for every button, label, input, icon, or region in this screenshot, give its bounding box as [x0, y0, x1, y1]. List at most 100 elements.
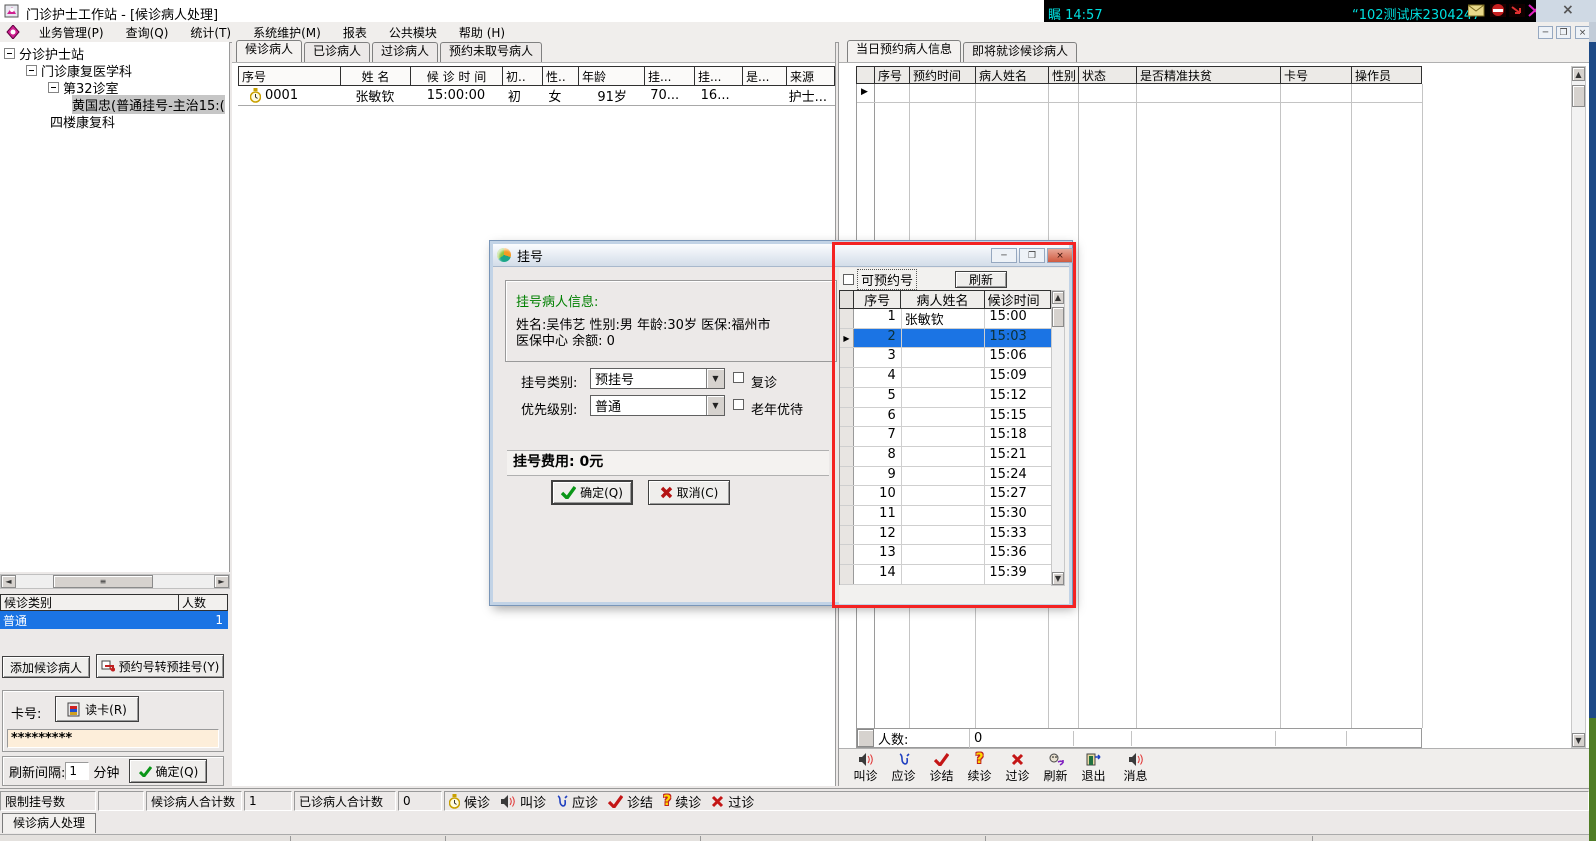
- dialog-ok-button[interactable]: 确定(Q): [551, 480, 633, 505]
- menu-item-help[interactable]: 帮助 (H): [448, 24, 516, 41]
- slot-row[interactable]: 12 15:33: [840, 525, 1051, 546]
- slot-row[interactable]: 1 张敏钦 15:00: [840, 309, 1051, 329]
- refresh-interval-input[interactable]: 1: [65, 762, 90, 780]
- continue-visit-button[interactable]: ? 续诊: [961, 750, 998, 786]
- col-wait-time[interactable]: 候 诊 时 间: [411, 67, 503, 85]
- dialog-cancel-button[interactable]: 取消(C): [648, 480, 730, 505]
- col-res-time[interactable]: 预约时间: [910, 67, 976, 83]
- menu-item-report[interactable]: 报表: [332, 24, 378, 41]
- dialog-close-button[interactable]: ×: [1047, 248, 1073, 263]
- col-source[interactable]: 来源: [787, 67, 834, 85]
- scroll-up-arrow[interactable]: ▲: [1572, 67, 1585, 81]
- dialog-restore-button[interactable]: ❐: [1019, 248, 1045, 263]
- mail-icon[interactable]: [1468, 4, 1485, 17]
- window-close-icon[interactable]: ×: [1562, 2, 1574, 18]
- call-patient-button[interactable]: 叫诊: [847, 750, 884, 786]
- refresh-button[interactable]: 刷新: [1037, 750, 1074, 786]
- scroll-up-arrow[interactable]: ▲: [1052, 291, 1064, 304]
- slots-col-time[interactable]: 候诊时间: [985, 291, 1050, 308]
- col-res-no[interactable]: 序号: [875, 67, 910, 83]
- read-card-button[interactable]: 读卡(R): [55, 696, 139, 722]
- dialog-minimize-button[interactable]: ─: [991, 248, 1017, 263]
- col-reg1[interactable]: 挂...: [645, 67, 695, 85]
- tree-item-dept[interactable]: 门诊康复医学科: [0, 62, 229, 80]
- dialog-title-bar[interactable]: 挂号 ─ ❐ ×: [493, 244, 1073, 267]
- patient-row[interactable]: 0001 张敏钦 15:00:00 初 女 91岁 70... 16... 护士…: [238, 86, 835, 106]
- exit-button[interactable]: 退出: [1075, 750, 1112, 786]
- mdi-minimize-button[interactable]: ─: [1538, 26, 1553, 39]
- col-res-name[interactable]: 病人姓名: [976, 67, 1049, 83]
- col-res-operator[interactable]: 操作员: [1352, 67, 1421, 83]
- tab-upcoming-waiting[interactable]: 即将就诊候诊病人: [963, 42, 1078, 62]
- tree-item-root[interactable]: 分诊护士站: [0, 45, 229, 63]
- pass-visit-button[interactable]: 过诊: [999, 750, 1036, 786]
- reg-type-combobox[interactable]: 预挂号 ▼: [590, 368, 725, 389]
- left-confirm-button[interactable]: 确定(Q): [129, 759, 208, 783]
- menu-item-public[interactable]: 公共模块: [378, 24, 448, 41]
- slot-row[interactable]: 6 15:15: [840, 407, 1051, 428]
- tree-hscrollbar[interactable]: ◄ ≡ ►: [0, 574, 230, 589]
- tab-passed-patients[interactable]: 过诊病人: [372, 42, 439, 62]
- col-reg2[interactable]: 挂...: [695, 67, 743, 85]
- slot-row[interactable]: 7 15:18: [840, 427, 1051, 447]
- slot-row[interactable]: 5 15:12: [840, 387, 1051, 408]
- col-no[interactable]: 序号: [239, 67, 341, 85]
- tree-item-label[interactable]: 四楼康复科: [50, 112, 115, 131]
- reservation-vscrollbar[interactable]: ▲ ▼: [1571, 66, 1586, 748]
- tab-reserved-noticket[interactable]: 预约未取号病人: [440, 42, 543, 62]
- tree-item-room[interactable]: 第32诊室: [0, 79, 229, 97]
- menu-item-query[interactable]: 查询(Q): [115, 24, 180, 41]
- priority-combobox[interactable]: 普通 ▼: [590, 395, 725, 416]
- elderly-checkbox[interactable]: [733, 399, 744, 410]
- slot-row[interactable]: 4 15:09: [840, 368, 1051, 388]
- reservable-checkbox[interactable]: [843, 273, 854, 285]
- menu-item-stats[interactable]: 统计(T): [179, 24, 242, 41]
- tab-today-reservations[interactable]: 当日预约病人信息: [847, 40, 962, 62]
- slot-row-selected[interactable]: ▶ 2 15:03: [840, 328, 1051, 349]
- col-res-card[interactable]: 卡号: [1281, 67, 1352, 83]
- tree-item-floor4[interactable]: 四楼康复科: [0, 112, 229, 131]
- add-waiting-patient-button[interactable]: 添加候诊病人: [2, 656, 90, 678]
- respond-button[interactable]: 应诊: [885, 750, 922, 786]
- slot-row[interactable]: 9 15:24: [840, 466, 1051, 487]
- col-is[interactable]: 是...: [743, 67, 787, 85]
- col-name[interactable]: 姓 名: [341, 67, 411, 85]
- menu-item-business[interactable]: 业务管理(P): [28, 24, 115, 41]
- col-age[interactable]: 年龄: [579, 67, 645, 85]
- slots-col-no[interactable]: 序号: [854, 291, 902, 308]
- slot-row[interactable]: 13 15:36: [840, 545, 1051, 566]
- tab-waiting-patients[interactable]: 候诊病人: [236, 40, 303, 62]
- tab-seen-patients[interactable]: 已诊病人: [304, 42, 371, 62]
- slots-refresh-button[interactable]: 刷新: [955, 270, 1008, 288]
- transfer-reservation-button[interactable]: 预约号转预挂号(Y): [96, 654, 224, 678]
- col-first[interactable]: 初..: [503, 67, 543, 85]
- mdi-close-button[interactable]: ×: [1575, 26, 1590, 39]
- tree-item-doctor[interactable]: 黄国忠(普通挂号-主治15:(: [0, 95, 229, 114]
- scroll-down-arrow[interactable]: ▼: [1052, 572, 1064, 585]
- col-sex[interactable]: 性..: [543, 67, 579, 85]
- slot-row[interactable]: 10 15:27: [840, 486, 1051, 507]
- scroll-thumb[interactable]: [1052, 307, 1064, 327]
- scroll-right-arrow[interactable]: ►: [214, 575, 229, 588]
- combo-dropdown-icon[interactable]: ▼: [706, 369, 724, 388]
- scroll-thumb[interactable]: ≡: [53, 575, 153, 588]
- tree-collapse-icon[interactable]: [26, 65, 37, 76]
- slot-row[interactable]: 8 15:21: [840, 446, 1051, 467]
- col-wait-count[interactable]: 人数: [179, 595, 227, 610]
- col-res-poverty[interactable]: 是否精准扶贫: [1137, 67, 1281, 83]
- scroll-down-arrow[interactable]: ▼: [1572, 733, 1585, 747]
- wait-category-row[interactable]: 普通 1: [0, 611, 228, 629]
- scroll-thumb[interactable]: [1572, 85, 1585, 107]
- revisit-checkbox[interactable]: [733, 372, 744, 383]
- menu-item-maintain[interactable]: 系统维护(M): [242, 24, 332, 41]
- col-res-sex[interactable]: 性别: [1049, 67, 1079, 83]
- tray-arrow-icon[interactable]: [1509, 4, 1525, 17]
- reservable-label[interactable]: 可预约号: [857, 268, 918, 290]
- col-res-status[interactable]: 状态: [1079, 67, 1137, 83]
- combo-dropdown-icon[interactable]: ▼: [706, 396, 724, 415]
- card-number-input[interactable]: *********: [7, 729, 219, 748]
- bottom-tab-waiting-processing[interactable]: 候诊病人处理: [2, 813, 96, 833]
- tree-collapse-icon[interactable]: [48, 82, 59, 93]
- slot-row[interactable]: 11 15:30: [840, 506, 1051, 526]
- mdi-restore-button[interactable]: ❐: [1556, 26, 1571, 39]
